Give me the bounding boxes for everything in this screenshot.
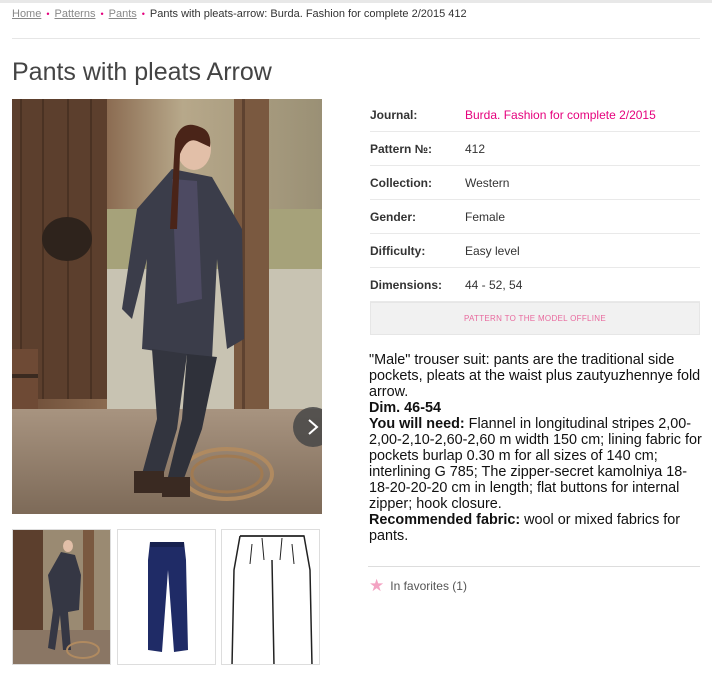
chevron-right-icon: [308, 419, 319, 435]
pattern-offline-button[interactable]: PATTERN TO THE MODEL OFFLINE: [370, 302, 700, 335]
pattern-info-table: Journal: Burda. Fashion for complete 2/2…: [370, 98, 700, 302]
info-value: 44 - 52, 54: [465, 277, 523, 292]
journal-link[interactable]: Burda. Fashion for complete 2/2015: [465, 108, 656, 122]
breadcrumb-separator: •: [46, 9, 50, 19]
breadcrumb-pants-link[interactable]: Pants: [109, 8, 137, 20]
breadcrumb-current: Pants with pleats-arrow: Burda. Fashion …: [149, 8, 467, 20]
info-label: Pattern №:: [370, 141, 433, 156]
page-title: Pants with pleats Arrow: [12, 58, 272, 86]
main-product-photo[interactable]: [12, 99, 322, 514]
top-border: [0, 0, 712, 3]
info-value: Female: [465, 209, 506, 224]
info-value: Western: [465, 175, 510, 190]
description-intro: "Male" trouser suit: pants are the tradi…: [369, 352, 701, 400]
info-label: Difficulty:: [370, 243, 426, 258]
info-label: Collection:: [370, 175, 432, 190]
info-row-pattern-number: Pattern №: 412: [370, 132, 700, 166]
pants-sketch-illustration: [222, 530, 319, 664]
breadcrumb-patterns-link[interactable]: Patterns: [55, 8, 96, 20]
star-icon: ★: [369, 576, 385, 595]
breadcrumb-separator: •: [100, 9, 104, 19]
info-row-collection: Collection: Western: [370, 166, 700, 200]
favorites-label: In favorites (1): [390, 578, 467, 593]
favorites-divider: [368, 566, 700, 567]
thumbnail-model-illustration: [13, 530, 110, 664]
info-row-difficulty: Difficulty: Easy level: [370, 234, 700, 268]
breadcrumb-separator: •: [141, 9, 145, 19]
breadcrumb: Home • Patterns • Pants • Pants with pleats-ar…: [12, 8, 467, 20]
info-row-dimensions: Dimensions: 44 - 52, 54: [370, 268, 700, 302]
thumbnail-technical-drawing[interactable]: [221, 529, 320, 665]
info-label: Dimensions:: [370, 277, 443, 292]
model-photo-illustration: [12, 99, 322, 514]
info-label: Gender:: [370, 209, 417, 224]
info-value: Easy level: [465, 243, 520, 258]
header-divider: [12, 38, 700, 39]
info-row-gender: Gender: Female: [370, 200, 700, 234]
info-row-journal: Journal: Burda. Fashion for complete 2/2…: [370, 98, 700, 132]
description-need-label: You will need:: [369, 416, 465, 432]
favorites-button[interactable]: ★ In favorites (1): [369, 577, 467, 594]
description-dimensions: Dim. 46-54: [369, 400, 441, 416]
info-value: 412: [465, 141, 486, 156]
pattern-description: "Male" trouser suit: pants are the tradi…: [369, 352, 704, 544]
navy-pants-illustration: [118, 530, 215, 664]
thumbnail-pants-product[interactable]: [117, 529, 216, 665]
thumbnail-photo[interactable]: [12, 529, 111, 665]
description-fabric-label: Recommended fabric:: [369, 512, 521, 528]
breadcrumb-home-link[interactable]: Home: [12, 8, 41, 20]
info-label: Journal:: [370, 107, 418, 122]
